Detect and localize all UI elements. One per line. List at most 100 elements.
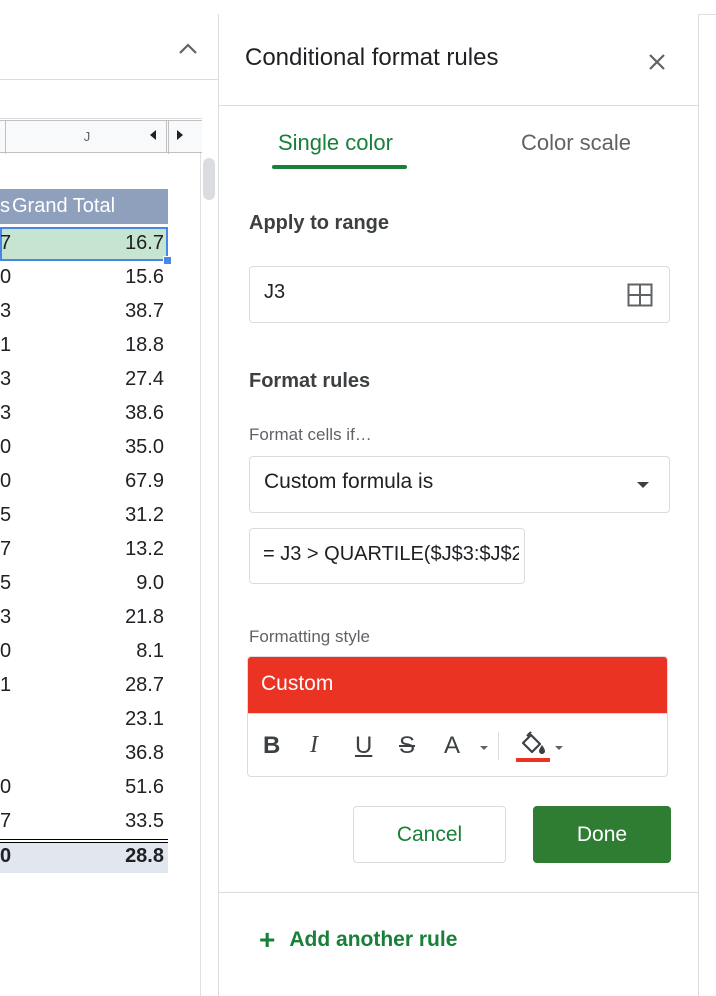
style-toolbar: B I U S A	[248, 713, 667, 776]
selection-fill-handle[interactable]	[163, 256, 172, 265]
cancel-button[interactable]: Cancel	[353, 806, 506, 863]
pivot-header-cell[interactable]: s Grand Total	[0, 189, 168, 224]
custom-formula-input[interactable]	[263, 543, 519, 566]
cell-stub: 0	[0, 266, 12, 288]
style-preview-button[interactable]: Custom	[248, 657, 667, 713]
chevron-up-icon	[179, 43, 197, 54]
title-divider	[219, 105, 698, 106]
table-row[interactable]: 5 31.2	[0, 499, 168, 533]
fill-color-caret-icon	[555, 746, 563, 750]
format-cells-if-label: Format cells if…	[249, 425, 372, 444]
cell-stub: 3	[0, 606, 12, 628]
cell-value: 8.1	[136, 640, 164, 662]
cell-stub: 1	[0, 334, 12, 356]
cell-value: 33.5	[125, 810, 164, 832]
cell-stub: 3	[0, 368, 12, 390]
cell-value: 35.0	[125, 436, 164, 458]
tab-single-color[interactable]: Single color	[278, 130, 393, 156]
cell-value: 16.7	[125, 232, 164, 254]
add-rule-label: Add another rule	[289, 928, 458, 951]
cell-value: 27.4	[125, 368, 164, 390]
formula-bar-divider	[0, 118, 202, 119]
cell-stub: 3	[0, 402, 12, 424]
scroll-right-icon[interactable]	[177, 130, 183, 140]
range-input[interactable]	[264, 281, 604, 304]
plus-icon: +	[259, 924, 276, 955]
cell-value: 23.1	[125, 708, 164, 730]
condition-dropdown[interactable]: Custom formula is	[249, 456, 670, 513]
data-rows: 7 16.7 0 15.6 3 38.7 1 18.8 3 27.4 3 38.6 0 35.0 0 67.9…	[0, 227, 168, 873]
add-another-rule-button[interactable]: + Add another rule	[259, 926, 457, 954]
italic-button[interactable]: I	[310, 732, 318, 759]
active-tab-indicator	[272, 165, 407, 169]
scroll-arrow-divider	[166, 120, 167, 153]
table-row[interactable]: 7 16.7	[0, 227, 168, 261]
formatting-style-label: Formatting style	[249, 627, 370, 646]
table-row[interactable]: 0 35.0	[0, 431, 168, 465]
cell-stub: 7	[0, 810, 12, 832]
vertical-scrollbar[interactable]	[200, 153, 218, 996]
table-row[interactable]: 0 15.6	[0, 261, 168, 295]
cell-stub: 5	[0, 572, 12, 594]
pivot-header-label: Grand Total	[12, 195, 116, 217]
table-row[interactable]: 0 8.1	[0, 635, 168, 669]
app-root: J s Grand Total 7 16.7 0 15.6 3 38.7 1 18.8 3 27.…	[0, 0, 716, 996]
cell-stub: 7	[0, 232, 12, 254]
table-row[interactable]: 3 38.6	[0, 397, 168, 431]
table-row[interactable]: 0 51.6	[0, 771, 168, 805]
table-row[interactable]: 3 21.8	[0, 601, 168, 635]
bold-button[interactable]: B	[263, 732, 280, 760]
cell-value: 38.6	[125, 402, 164, 424]
dropdown-caret-icon	[637, 482, 649, 488]
cell-stub: 0	[0, 776, 12, 798]
total-value: 28.8	[125, 845, 164, 867]
cell-value: 15.6	[125, 266, 164, 288]
cell-value: 38.7	[125, 300, 164, 322]
select-range-grid-icon[interactable]	[627, 283, 653, 307]
collapse-toolbar-button[interactable]	[176, 36, 200, 60]
table-row[interactable]: 7 33.5	[0, 805, 168, 839]
panel-title: Conditional format rules	[245, 44, 499, 71]
cell-stub: 3	[0, 300, 12, 322]
cell-value: 67.9	[125, 470, 164, 492]
underline-button[interactable]: U	[355, 732, 372, 760]
table-row[interactable]: 3 27.4	[0, 363, 168, 397]
table-row[interactable]: 1 18.8	[0, 329, 168, 363]
condition-selected-value: Custom formula is	[264, 470, 434, 493]
strikethrough-button[interactable]: S	[399, 732, 415, 760]
cell-stub: 0	[0, 436, 12, 458]
cell-stub: 0	[0, 640, 12, 662]
cell-stub: 1	[0, 674, 12, 696]
text-color-button[interactable]: A	[444, 732, 460, 760]
scrollbar-thumb[interactable]	[203, 158, 215, 200]
grand-total-row[interactable]: 0 28.8	[0, 843, 168, 873]
scroll-left-icon[interactable]	[150, 130, 156, 140]
formula-field	[249, 528, 525, 584]
cell-stub: 5	[0, 504, 12, 526]
cell-value: 9.0	[136, 572, 164, 594]
column-header-j[interactable]: J	[6, 129, 168, 144]
table-row[interactable]: 3 38.7	[0, 295, 168, 329]
table-row[interactable]: 36.8	[0, 737, 168, 771]
toolbar-separator	[498, 732, 499, 760]
cell-stub: 0	[0, 470, 12, 492]
format-rules-label: Format rules	[249, 370, 371, 392]
fill-color-icon[interactable]	[516, 730, 550, 762]
table-row[interactable]: 5 9.0	[0, 567, 168, 601]
tab-color-scale[interactable]: Color scale	[521, 130, 631, 156]
style-preview-label: Custom	[261, 672, 334, 695]
horizontal-scroll-arrows	[150, 120, 183, 153]
conditional-format-panel: Conditional format rules Single color Co…	[218, 14, 699, 996]
table-row[interactable]: 7 13.2	[0, 533, 168, 567]
table-row[interactable]: 23.1	[0, 703, 168, 737]
cell-value: 18.8	[125, 334, 164, 356]
done-button[interactable]: Done	[533, 806, 671, 863]
footer-divider	[219, 892, 698, 893]
table-row[interactable]: 1 28.7	[0, 669, 168, 703]
apply-to-range-label: Apply to range	[249, 212, 390, 234]
spreadsheet-area: J s Grand Total 7 16.7 0 15.6 3 38.7 1 18.8 3 27.…	[0, 0, 218, 996]
close-panel-button[interactable]	[643, 48, 671, 76]
cell-value: 13.2	[125, 538, 164, 560]
cell-stub: 0	[0, 845, 12, 867]
table-row[interactable]: 0 67.9	[0, 465, 168, 499]
